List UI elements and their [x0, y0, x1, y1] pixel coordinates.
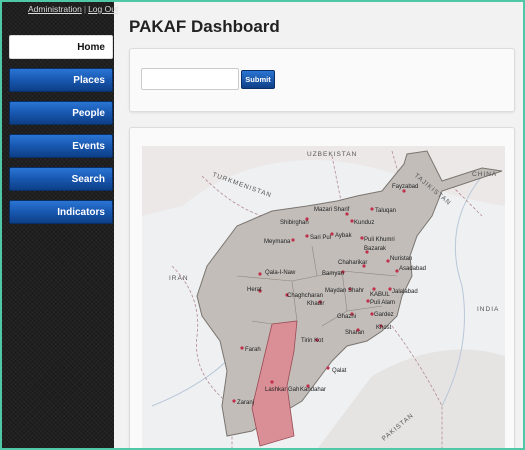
app-window: Administration | Log Out Home Places Peopl…: [2, 2, 523, 448]
city-label: Khost: [376, 325, 392, 331]
city-label: Ghazni: [337, 314, 356, 320]
city-label: Puli Khumri: [364, 237, 395, 243]
city-label: Farah: [245, 347, 261, 353]
city-label: Gardez: [374, 312, 394, 318]
search-input[interactable]: [141, 68, 239, 90]
city-label: Chaharikar: [338, 260, 367, 266]
city-label: Bazarak: [364, 246, 387, 252]
city-label: Qalat: [332, 368, 347, 374]
city-label: Fayzabad: [392, 184, 418, 190]
city-label: Qala-I-Naw: [265, 270, 296, 276]
administration-link[interactable]: Administration: [28, 4, 82, 14]
sidebar-item-indicators[interactable]: Indicators: [9, 200, 113, 224]
sidebar-item-events[interactable]: Events: [9, 134, 113, 158]
city-label: Maydan Shahr: [325, 288, 364, 294]
country-label: IRAN: [169, 275, 189, 282]
city-label: Shibirghan: [280, 220, 309, 226]
map-graphic: TURKMENISTAN UZBEKISTAN TAJIKISTAN CHINA…: [142, 146, 505, 448]
city-label: Khadir: [307, 301, 324, 307]
city-label: Sharan: [345, 330, 364, 336]
country-label: UZBEKISTAN: [307, 151, 357, 158]
sidebar-item-people[interactable]: People: [9, 101, 113, 125]
city-label: Taluqan: [375, 208, 396, 214]
afghanistan-map[interactable]: TURKMENISTAN UZBEKISTAN TAJIKISTAN CHINA…: [142, 146, 505, 448]
submit-button[interactable]: Submit: [241, 70, 275, 89]
city-label: Zaranj: [237, 400, 254, 406]
city-label: Tirin Kot: [301, 338, 323, 344]
sidebar: Administration | Log Out Home Places Peopl…: [2, 2, 118, 448]
city-label: Nuristan: [390, 256, 412, 262]
sidebar-item-places[interactable]: Places: [9, 68, 113, 92]
city-label: Asadabad: [399, 266, 426, 272]
city-label: Aybak: [335, 233, 353, 239]
city-label: Kandahar: [300, 387, 326, 393]
city-label: Kunduz: [354, 220, 374, 226]
header-links: Administration | Log Out: [28, 4, 118, 14]
sidebar-item-search[interactable]: Search: [9, 167, 113, 191]
city-label: Mazari Sharif: [314, 207, 350, 213]
sidebar-item-home[interactable]: Home: [9, 35, 113, 59]
city-label: Jalalabad: [392, 289, 418, 295]
city-label: Herat: [247, 287, 262, 293]
search-panel: Submit: [129, 48, 515, 112]
city-label: Lashkar Gah: [265, 387, 299, 393]
city-label: Sari Pul: [310, 235, 331, 241]
country-label: CHINA: [472, 171, 497, 178]
main-content: PAKAF Dashboard Submit TURKMENISTAN UZBE…: [114, 2, 523, 448]
city-label: KABUL: [370, 292, 390, 298]
map-panel: TURKMENISTAN UZBEKISTAN TAJIKISTAN CHINA…: [129, 127, 515, 448]
link-separator: |: [83, 4, 87, 14]
page-title: PAKAF Dashboard: [129, 17, 280, 36]
city-label: Puli Alam: [370, 300, 395, 306]
city-label: Meymana: [264, 239, 291, 245]
city-label: Chaghcharan: [287, 293, 323, 299]
country-label: INDIA: [477, 306, 499, 313]
city-label: Bamyan: [322, 271, 344, 277]
